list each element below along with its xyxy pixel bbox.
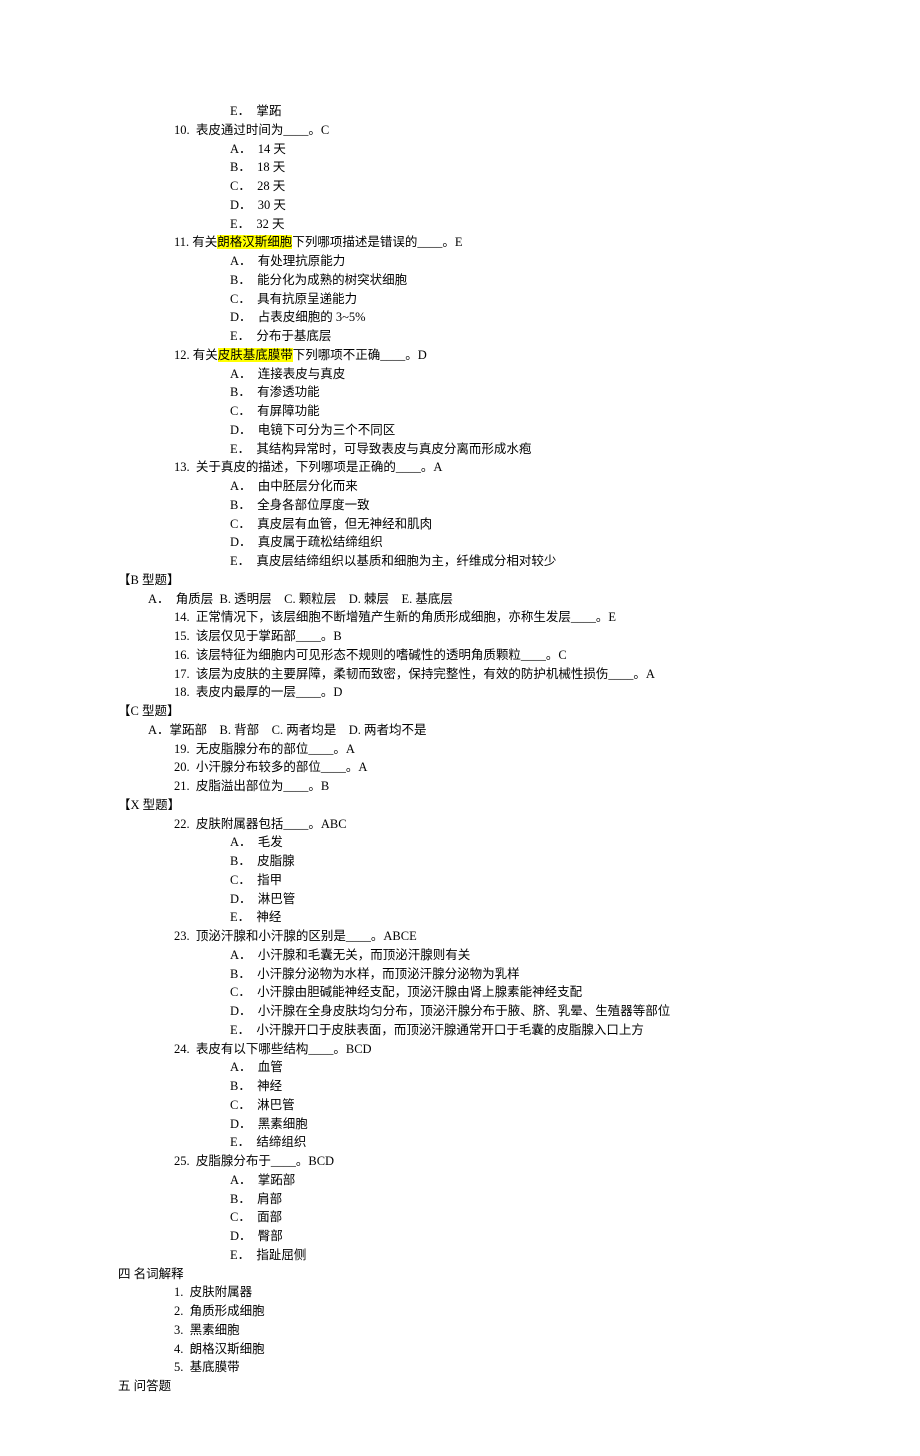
q10-opt-a: A． 14 天: [230, 140, 802, 159]
section-x-heading: 【X 型题】: [118, 796, 802, 815]
q23-opt-c: C． 小汗腺由胆碱能神经支配，顶泌汗腺由肾上腺素能神经支配: [230, 983, 802, 1002]
q22-opt-c: C． 指甲: [230, 871, 802, 890]
q23-opt-d: D． 小汗腺在全身皮肤均匀分布，顶泌汗腺分布于腋、脐、乳晕、生殖器等部位: [230, 1002, 802, 1021]
q10: 10. 表皮通过时间为____。C: [174, 121, 802, 140]
q12-prefix: 12. 有关: [174, 348, 218, 362]
q12-opt-a: A． 连接表皮与真皮: [230, 365, 802, 384]
q25-opt-e: E． 指趾屈侧: [230, 1246, 802, 1265]
q11-opt-d: D． 占表皮细胞的 3~5%: [230, 308, 802, 327]
q12: 12. 有关皮肤基底膜带下列哪项不正确____。D: [174, 346, 802, 365]
q13-opt-c: C． 真皮层有血管，但无神经和肌肉: [230, 515, 802, 534]
q22-opt-a: A． 毛发: [230, 833, 802, 852]
q25-opt-c: C． 面部: [230, 1208, 802, 1227]
term-1: 1. 皮肤附属器: [174, 1283, 802, 1302]
q24-opt-b: B． 神经: [230, 1077, 802, 1096]
term-5: 5. 基底膜带: [174, 1358, 802, 1377]
q24-opt-a: A． 血管: [230, 1058, 802, 1077]
q12-highlight: 皮肤基底膜带: [218, 348, 293, 362]
q12-opt-c: C． 有屏障功能: [230, 402, 802, 421]
q11-highlight: 朗格汉斯细胞: [217, 235, 292, 249]
q23-opt-a: A． 小汗腺和毛囊无关，而顶泌汗腺则有关: [230, 946, 802, 965]
section-b-heading: 【B 型题】: [118, 571, 802, 590]
section-c-heading: 【C 型题】: [118, 702, 802, 721]
q24: 24. 表皮有以下哪些结构____。BCD: [174, 1040, 802, 1059]
q25-opt-a: A． 掌跖部: [230, 1171, 802, 1190]
term-3: 3. 黑素细胞: [174, 1321, 802, 1340]
q11-opt-c: C． 具有抗原呈递能力: [230, 290, 802, 309]
q24-opt-c: C． 淋巴管: [230, 1096, 802, 1115]
q13: 13. 关于真皮的描述，下列哪项是正确的____。A: [174, 458, 802, 477]
q9-opt-e: E． 掌跖: [230, 102, 802, 121]
q24-opt-d: D． 黑素细胞: [230, 1115, 802, 1134]
q14: 14. 正常情况下，该层细胞不断增殖产生新的角质形成细胞，亦称生发层____。E: [174, 608, 802, 627]
q24-opt-e: E． 结缔组织: [230, 1133, 802, 1152]
q12-suffix: 下列哪项不正确____。D: [293, 348, 427, 362]
q10-opt-d: D． 30 天: [230, 196, 802, 215]
q13-opt-a: A． 由中胚层分化而来: [230, 477, 802, 496]
section-c-options: A．掌跖部 B. 背部 C. 两者均是 D. 两者均不是: [148, 721, 802, 740]
q11-prefix: 11. 有关: [174, 235, 217, 249]
q25: 25. 皮脂腺分布于____。BCD: [174, 1152, 802, 1171]
q13-opt-d: D． 真皮属于疏松结缔组织: [230, 533, 802, 552]
q12-opt-d: D． 电镜下可分为三个不同区: [230, 421, 802, 440]
q23-opt-e: E． 小汗腺开口于皮肤表面，而顶泌汗腺通常开口于毛囊的皮脂腺入口上方: [230, 1021, 802, 1040]
q23-opt-b: B． 小汗腺分泌物为水样，而顶泌汗腺分泌物为乳样: [230, 965, 802, 984]
q10-opt-e: E． 32 天: [230, 215, 802, 234]
q10-opt-b: B． 18 天: [230, 158, 802, 177]
q22: 22. 皮肤附属器包括____。ABC: [174, 815, 802, 834]
section-b-options: A． 角质层 B. 透明层 C. 颗粒层 D. 棘层 E. 基底层: [148, 590, 802, 609]
term-2: 2. 角质形成细胞: [174, 1302, 802, 1321]
q13-opt-e: E． 真皮层结缔组织以基质和细胞为主，纤维成分相对较少: [230, 552, 802, 571]
q22-opt-e: E． 神经: [230, 908, 802, 927]
section-5-heading: 五 问答题: [118, 1377, 802, 1396]
q11-opt-e: E． 分布于基底层: [230, 327, 802, 346]
q11-opt-a: A． 有处理抗原能力: [230, 252, 802, 271]
term-4: 4. 朗格汉斯细胞: [174, 1340, 802, 1359]
q18: 18. 表皮内最厚的一层____。D: [174, 683, 802, 702]
q11-opt-b: B． 能分化为成熟的树突状细胞: [230, 271, 802, 290]
q16: 16. 该层特征为细胞内可见形态不规则的嗜碱性的透明角质颗粒____。C: [174, 646, 802, 665]
q19: 19. 无皮脂腺分布的部位____。A: [174, 740, 802, 759]
q22-opt-d: D． 淋巴管: [230, 890, 802, 909]
q13-opt-b: B． 全身各部位厚度一致: [230, 496, 802, 515]
q12-opt-e: E． 其结构异常时，可导致表皮与真皮分离而形成水疱: [230, 440, 802, 459]
q22-opt-b: B． 皮脂腺: [230, 852, 802, 871]
q12-opt-b: B． 有渗透功能: [230, 383, 802, 402]
q21: 21. 皮脂溢出部位为____。B: [174, 777, 802, 796]
q11: 11. 有关朗格汉斯细胞下列哪项描述是错误的____。E: [174, 233, 802, 252]
q25-opt-b: B． 肩部: [230, 1190, 802, 1209]
q17: 17. 该层为皮肤的主要屏障，柔韧而致密，保持完整性，有效的防护机械性损伤___…: [174, 665, 802, 684]
q23: 23. 顶泌汗腺和小汗腺的区别是____。ABCE: [174, 927, 802, 946]
q11-suffix: 下列哪项描述是错误的____。E: [292, 235, 462, 249]
q25-opt-d: D． 臀部: [230, 1227, 802, 1246]
q10-opt-c: C． 28 天: [230, 177, 802, 196]
section-4-heading: 四 名词解释: [118, 1265, 802, 1284]
q20: 20. 小汗腺分布较多的部位____。A: [174, 758, 802, 777]
q15: 15. 该层仅见于掌跖部____。B: [174, 627, 802, 646]
